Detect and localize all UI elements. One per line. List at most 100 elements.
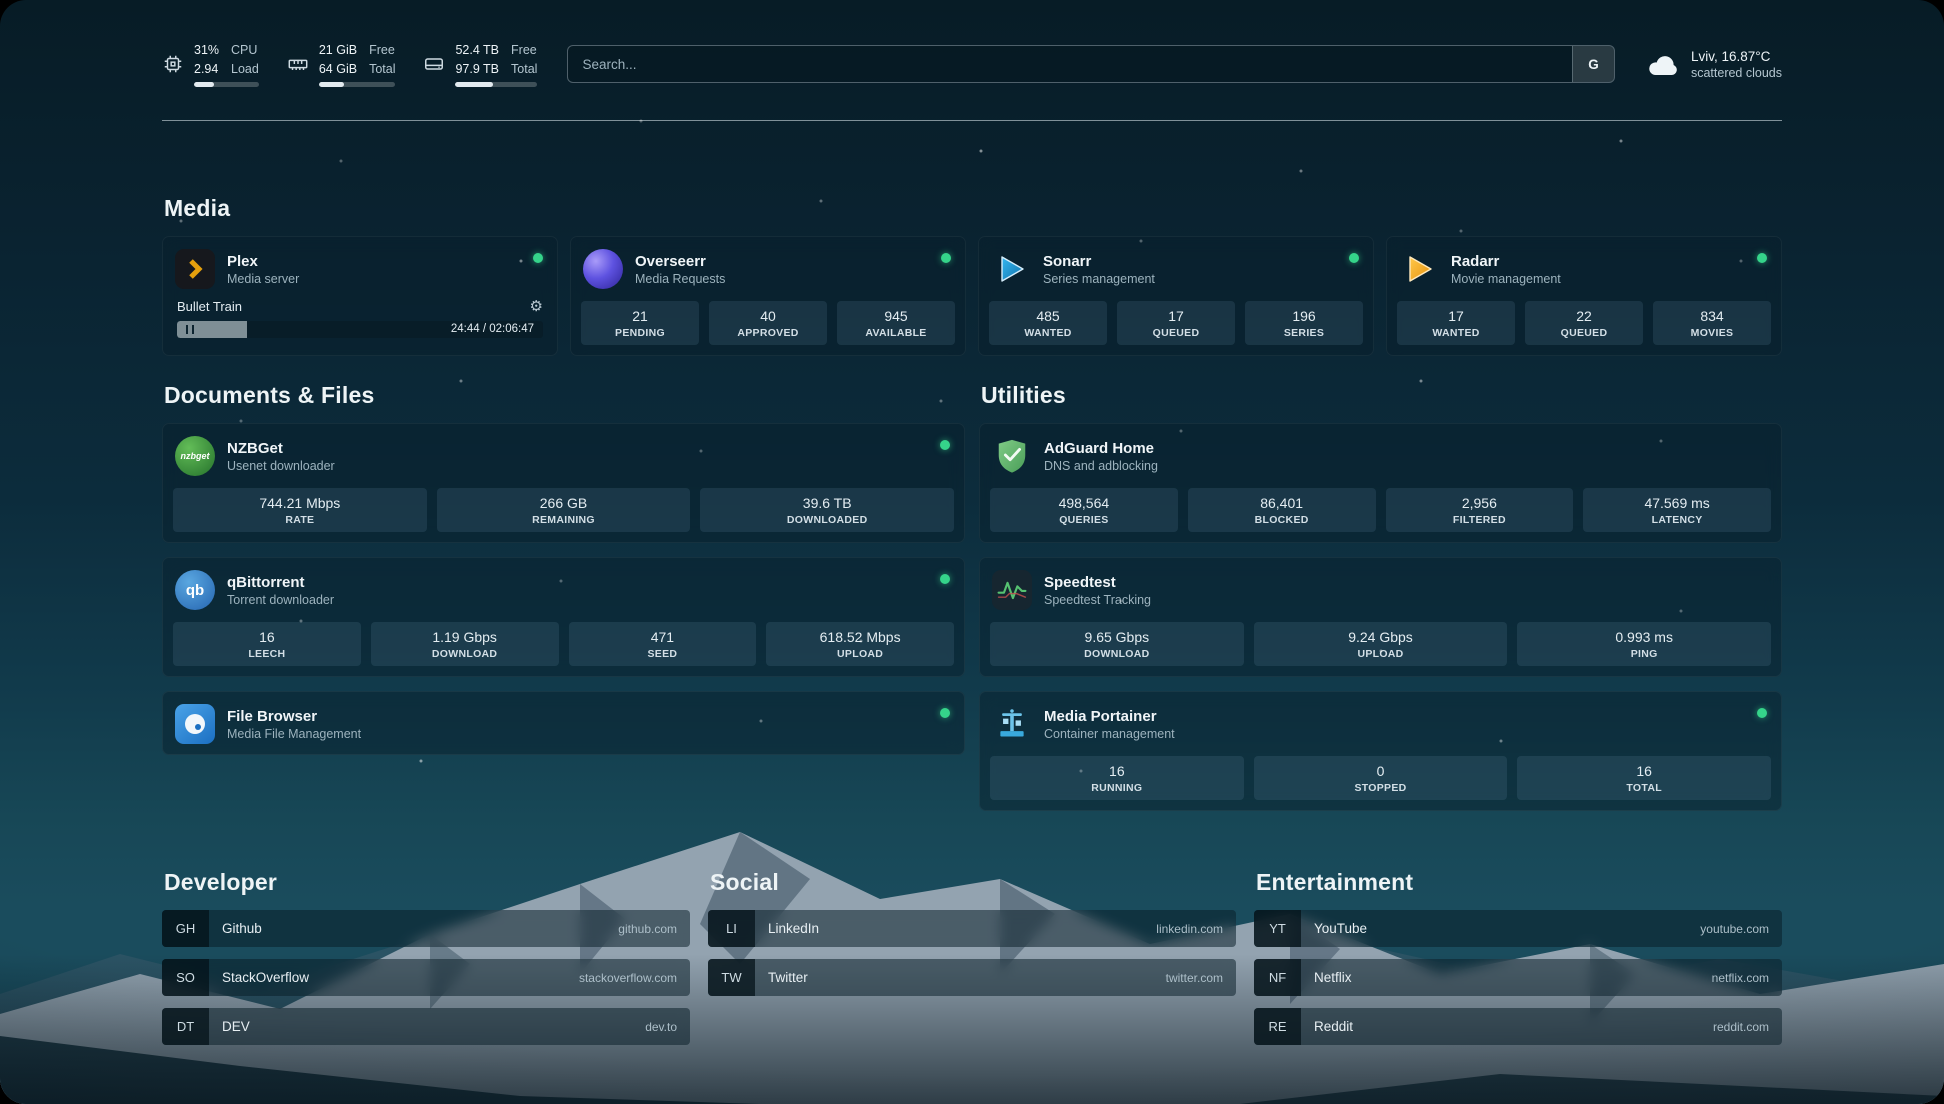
- service-card-speedtest[interactable]: Speedtest Speedtest Tracking 9.65 Gbps D…: [979, 557, 1782, 677]
- service-subtitle: Torrent downloader: [227, 593, 334, 607]
- stat-movies: 834 MOVIES: [1653, 301, 1771, 345]
- service-card-overseerr[interactable]: Overseerr Media Requests 21 PENDING 40 A…: [570, 236, 966, 356]
- snow-specks: [0, 0, 2, 2]
- service-name: Media Portainer: [1044, 708, 1175, 725]
- bookmark-youtube[interactable]: YT YouTube youtube.com: [1254, 910, 1782, 947]
- status-dot: [1757, 253, 1767, 263]
- service-card-qbittorrent[interactable]: qb qBittorrent Torrent downloader 16: [162, 557, 965, 677]
- disk-icon: [423, 53, 445, 75]
- stat-download: 9.65 Gbps DOWNLOAD: [990, 622, 1244, 666]
- bookmark-netflix[interactable]: NF Netflix netflix.com: [1254, 959, 1782, 996]
- adguard-icon: [992, 436, 1032, 476]
- service-card-sonarr[interactable]: Sonarr Series management 485 WANTED 17 Q…: [978, 236, 1374, 356]
- disk-usage-bar: [455, 82, 537, 87]
- service-name: Sonarr: [1043, 253, 1155, 270]
- service-card-portainer[interactable]: Media Portainer Container management 16 …: [979, 691, 1782, 811]
- pause-icon[interactable]: [186, 325, 194, 334]
- service-subtitle: Speedtest Tracking: [1044, 593, 1151, 607]
- stat-queued: 17 QUEUED: [1117, 301, 1235, 345]
- disk-free-label: Free: [511, 41, 537, 59]
- section-utilities: Utilities: [979, 382, 1782, 811]
- bookmark-name: StackOverflow: [209, 970, 309, 985]
- sonarr-icon: [991, 249, 1031, 289]
- bookmark-abbr: NF: [1254, 959, 1301, 996]
- now-playing-title: Bullet Train: [177, 299, 242, 314]
- weather-location: Lviv, 16.87°C: [1691, 49, 1782, 64]
- service-card-nzbget[interactable]: nzbget NZBGet Usenet downloader 744.21 M…: [162, 423, 965, 543]
- memory-total-label: Total: [369, 60, 395, 78]
- bookmark-linkedin[interactable]: LI LinkedIn linkedin.com: [708, 910, 1236, 947]
- bookmark-url: reddit.com: [1713, 1020, 1782, 1034]
- cpu-percent-label: CPU: [231, 41, 259, 59]
- bookmark-reddit[interactable]: RE Reddit reddit.com: [1254, 1008, 1782, 1045]
- status-dot: [1757, 708, 1767, 718]
- status-dot: [1349, 253, 1359, 263]
- service-card-adguard[interactable]: AdGuard Home DNS and adblocking 498,564 …: [979, 423, 1782, 543]
- playback-progress-bar[interactable]: 24:44 / 02:06:47: [177, 321, 543, 338]
- bookmark-dev[interactable]: DT DEV dev.to: [162, 1008, 690, 1045]
- status-dot: [940, 574, 950, 584]
- stat-downloaded: 39.6 TB DOWNLOADED: [700, 488, 954, 532]
- disk-widget: 52.4 TB 97.9 TB Free Total: [423, 41, 537, 86]
- disk-total: 97.9 TB: [455, 60, 499, 78]
- status-dot: [533, 253, 543, 263]
- stat-blocked: 86,401 BLOCKED: [1188, 488, 1376, 532]
- stat-upload: 618.52 Mbps UPLOAD: [766, 622, 954, 666]
- service-name: Speedtest: [1044, 574, 1151, 591]
- service-name: NZBGet: [227, 440, 335, 457]
- section-bookmarks: Developer GH Github github.com SO StackO…: [162, 869, 1782, 1045]
- cpu-percent: 31%: [194, 41, 219, 59]
- weather-widget: Lviv, 16.87°C scattered clouds: [1645, 49, 1782, 80]
- service-name: AdGuard Home: [1044, 440, 1158, 457]
- service-card-plex[interactable]: Plex Media server Bullet Train ⚙ 24:44 /…: [162, 236, 558, 356]
- bookmark-group-developer: Developer GH Github github.com SO StackO…: [162, 869, 690, 1045]
- bookmark-abbr: DT: [162, 1008, 209, 1045]
- bookmark-url: stackoverflow.com: [579, 971, 690, 985]
- section-media: Media Plex Media server: [162, 195, 1782, 356]
- bookmark-name: YouTube: [1301, 921, 1367, 936]
- service-subtitle: Container management: [1044, 727, 1175, 741]
- search-bar: G: [567, 45, 1615, 83]
- cloud-icon: [1645, 50, 1681, 78]
- entertainment-heading: Entertainment: [1256, 869, 1782, 896]
- service-card-radarr[interactable]: Radarr Movie management 17 WANTED 22 QUE…: [1386, 236, 1782, 356]
- memory-free-label: Free: [369, 41, 395, 59]
- bookmark-group-entertainment: Entertainment YT YouTube youtube.com NF …: [1254, 869, 1782, 1045]
- service-name: Radarr: [1451, 253, 1561, 270]
- cpu-icon: [162, 53, 184, 75]
- stat-queries: 498,564 QUERIES: [990, 488, 1178, 532]
- qbittorrent-icon: qb: [175, 570, 215, 610]
- top-bar: 31% 2.94 CPU Load: [162, 40, 1782, 88]
- radarr-icon: [1399, 249, 1439, 289]
- service-subtitle: Media server: [227, 272, 299, 286]
- search-provider-button[interactable]: G: [1572, 46, 1614, 82]
- documents-heading: Documents & Files: [164, 382, 965, 409]
- stat-upload: 9.24 Gbps UPLOAD: [1254, 622, 1508, 666]
- bookmark-github[interactable]: GH Github github.com: [162, 910, 690, 947]
- memory-widget: 21 GiB 64 GiB Free Total: [287, 41, 396, 86]
- bookmark-twitter[interactable]: TW Twitter twitter.com: [708, 959, 1236, 996]
- bookmark-stackoverflow[interactable]: SO StackOverflow stackoverflow.com: [162, 959, 690, 996]
- gear-icon[interactable]: ⚙: [530, 299, 543, 314]
- bookmark-abbr: GH: [162, 910, 209, 947]
- stat-latency: 47.569 ms LATENCY: [1583, 488, 1771, 532]
- stat-queued: 22 QUEUED: [1525, 301, 1643, 345]
- bookmark-name: Github: [209, 921, 262, 936]
- bookmark-abbr: YT: [1254, 910, 1301, 947]
- bookmark-url: netflix.com: [1712, 971, 1782, 985]
- social-heading: Social: [710, 869, 1236, 896]
- bookmark-url: dev.to: [645, 1020, 690, 1034]
- weather-condition: scattered clouds: [1691, 66, 1782, 80]
- stat-available: 945 AVAILABLE: [837, 301, 955, 345]
- status-dot: [940, 440, 950, 450]
- stat-leech: 16 LEECH: [173, 622, 361, 666]
- memory-free: 21 GiB: [319, 41, 357, 59]
- search-input[interactable]: [568, 46, 1572, 82]
- service-card-filebrowser[interactable]: File Browser Media File Management: [162, 691, 965, 755]
- service-subtitle: Media Requests: [635, 272, 725, 286]
- stat-wanted: 17 WANTED: [1397, 301, 1515, 345]
- bookmark-url: youtube.com: [1700, 922, 1782, 936]
- stat-running: 16 RUNNING: [990, 756, 1244, 800]
- playback-time: 24:44 / 02:06:47: [451, 323, 534, 335]
- bookmark-url: twitter.com: [1166, 971, 1236, 985]
